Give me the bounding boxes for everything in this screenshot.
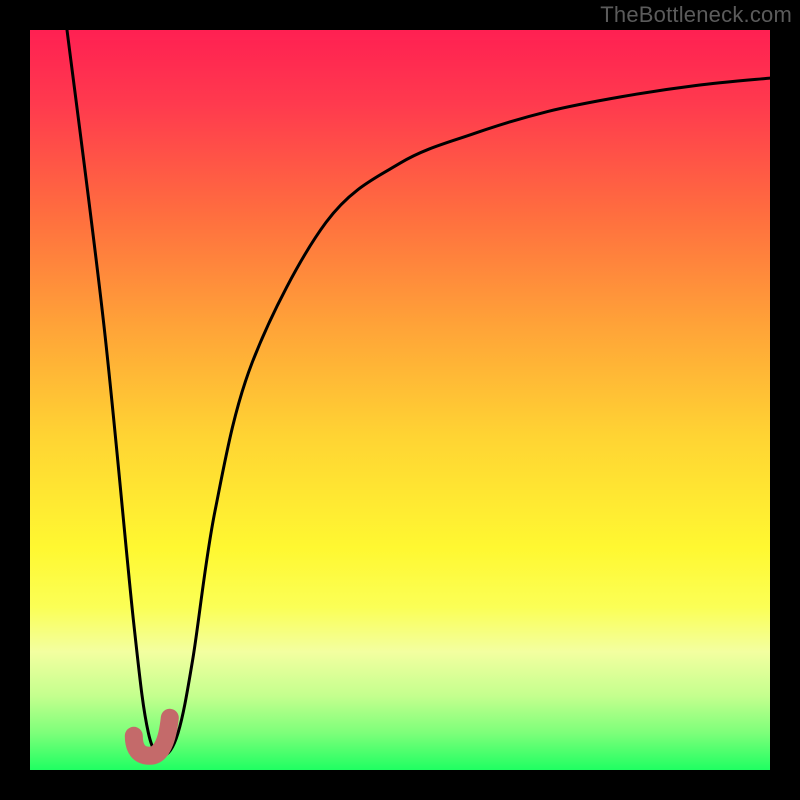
plot-area (30, 30, 770, 770)
optimal-point-marker (134, 718, 170, 756)
watermark-text: TheBottleneck.com (600, 2, 792, 28)
curve-layer (30, 30, 770, 770)
chart-container: TheBottleneck.com (0, 0, 800, 800)
bottleneck-curve (67, 30, 770, 755)
